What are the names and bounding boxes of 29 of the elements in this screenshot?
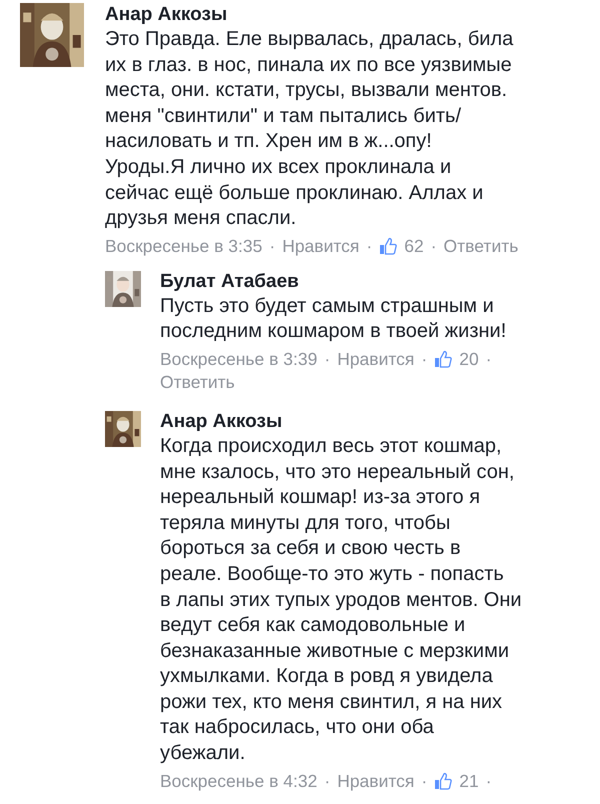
like-count: 62 bbox=[404, 234, 424, 258]
like-link[interactable]: Нравится bbox=[282, 234, 360, 258]
reply-link[interactable]: Ответить bbox=[444, 234, 518, 258]
thumbs-up-icon bbox=[434, 772, 452, 790]
author-name[interactable]: Булат Атабаев bbox=[160, 270, 555, 294]
comment-text: Пусть это будет самым страшным и последним кошмаром в твоей жизни! bbox=[160, 294, 508, 344]
separator: · bbox=[486, 770, 492, 793]
separator: · bbox=[421, 348, 428, 371]
separator: · bbox=[430, 234, 437, 258]
separator: · bbox=[421, 770, 428, 793]
timestamp: Воскресенье в 3:39 bbox=[160, 348, 318, 371]
separator: · bbox=[366, 234, 372, 258]
separator: · bbox=[269, 234, 276, 258]
comment-text: Это Правда. Еле вырвалась, дралась, била их в глаз. в нос, пинала их по все уязвимые места, они. кстати, трусы, вызвали ментов. меня "свинтили" и там пытались бить/ насиловать и тп. Хрен им в ж...опу! Уроды.Я лично их всех проклинала и сейчас ещё больше проклинаю. Аллах и друзья меня спасли. bbox=[105, 27, 514, 232]
like-count: 21 bbox=[459, 770, 479, 793]
author-name[interactable]: Анар Аккозы bbox=[160, 410, 522, 434]
author-name[interactable]: Анар Аккозы bbox=[105, 3, 518, 27]
comment-text: Когда происходил весь этот кошмар, мне кзалось, что это нереальный сон, нереальный кошмар! из-за этого я теряла минуты для того, чтобы бороться за себя и свою честь в реале. Вообще-то это жуть - попасть в лапы этих тупых уродов ментов. Они ведут себя как самодовольные и безнаказанные животные с мерзкими ухмылками. Когда в ровд я увидела рожи тех, кто меня свинтил, я на них так набросилась, что они оба убежали. bbox=[160, 434, 522, 766]
separator: · bbox=[324, 348, 330, 371]
like-link[interactable]: Нравится bbox=[337, 770, 414, 793]
reply-link[interactable]: Ответить bbox=[160, 370, 235, 394]
like-count: 20 bbox=[459, 348, 479, 371]
timestamp: Воскресенье в 3:35 bbox=[105, 234, 262, 258]
thumbs-up-icon bbox=[379, 237, 398, 256]
separator: · bbox=[486, 348, 492, 371]
thumbs-up-icon bbox=[434, 350, 452, 368]
like-link[interactable]: Нравится bbox=[337, 348, 414, 371]
separator: · bbox=[324, 770, 330, 793]
timestamp: Воскресенье в 4:32 bbox=[160, 770, 318, 793]
